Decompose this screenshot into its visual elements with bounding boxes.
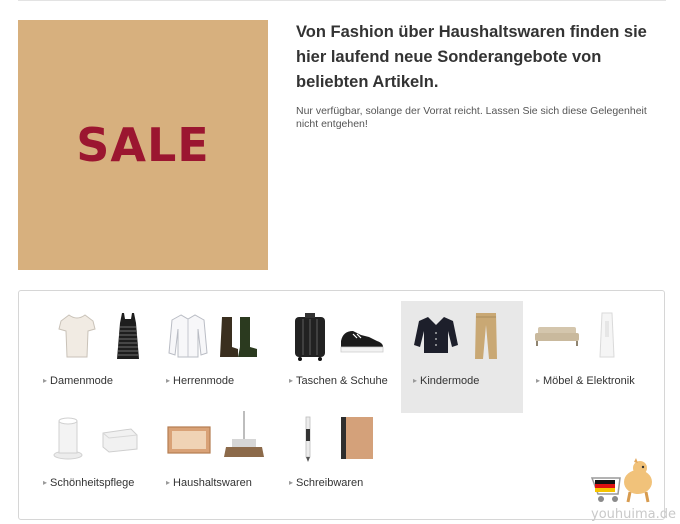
cardigan-icon (414, 317, 458, 353)
category-taschen-schuhe[interactable]: Taschen & Schuhe (277, 301, 399, 413)
category-moebel-elektronik[interactable]: Möbel & Elektronik (524, 301, 646, 413)
category-label: Schönheitspflege (43, 477, 134, 489)
category-haushaltswaren[interactable]: Haushaltswaren (154, 403, 276, 515)
boots-icon (220, 317, 257, 357)
top-divider (18, 0, 666, 1)
broom-icon (224, 411, 264, 457)
sale-banner[interactable]: SALE (18, 20, 268, 270)
shirt-icon (168, 314, 208, 358)
category-label: Kindermode (413, 375, 479, 387)
category-schoenheitspflege[interactable]: Schönheitspflege (31, 403, 153, 515)
suitcase-icon (295, 313, 325, 361)
diffuser-icon (53, 417, 83, 460)
category-label: Herrenmode (166, 375, 234, 387)
promo-headline: Von Fashion über Haushaltswaren finden s… (296, 23, 647, 91)
category-herrenmode[interactable]: Herrenmode (154, 301, 276, 413)
category-damenmode[interactable]: Damenmode (31, 301, 153, 413)
promo-block: Von Fashion über Haushaltswaren finden s… (296, 20, 666, 131)
pen-icon (305, 416, 311, 462)
notebook-icon (341, 417, 373, 459)
sofa-icon (535, 327, 579, 346)
category-schreibwaren[interactable]: Schreibwaren (277, 403, 399, 515)
category-label: Haushaltswaren (166, 477, 252, 489)
category-panel: Damenmode Herrenmode (18, 290, 665, 520)
striped-dress-icon (117, 313, 139, 359)
category-kindermode[interactable]: Kindermode (401, 301, 523, 413)
sale-banner-text: SALE (76, 118, 210, 172)
sneakers-icon (340, 331, 384, 353)
storage-box-icon (102, 428, 138, 453)
trousers-icon (475, 313, 497, 359)
lamp-icon (599, 312, 615, 358)
category-label: Damenmode (43, 375, 113, 387)
promo-subtext: Nur verfügbar, solange der Vorrat reicht… (296, 105, 647, 130)
tshirt-icon (58, 314, 96, 358)
category-label: Schreibwaren (289, 477, 363, 489)
category-label: Taschen & Schuhe (289, 375, 388, 387)
wooden-crate-icon (167, 426, 211, 454)
category-label: Möbel & Elektronik (536, 375, 635, 387)
